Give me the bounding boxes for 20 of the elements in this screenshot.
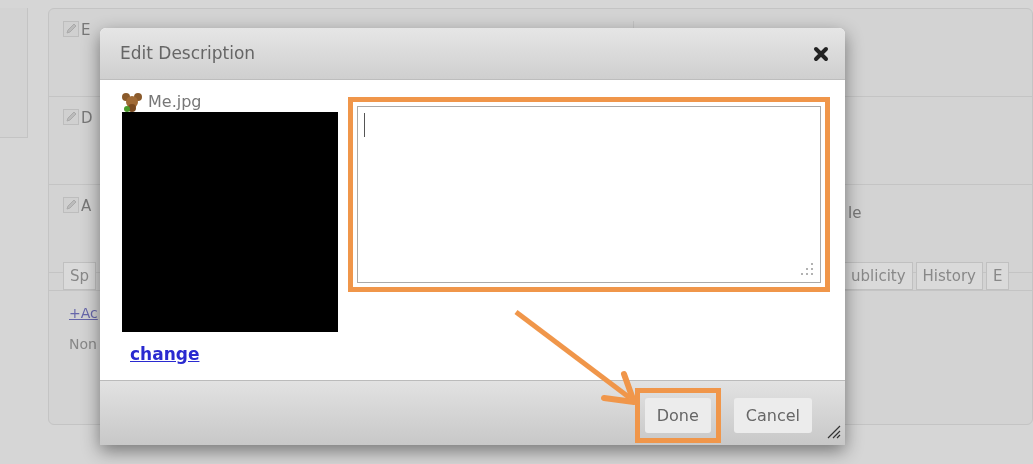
field-label: E: [81, 21, 91, 39]
change-link[interactable]: change: [130, 342, 200, 368]
koala-icon: [122, 92, 142, 112]
field-label: le: [848, 204, 862, 222]
field-label: D: [81, 109, 93, 127]
done-button[interactable]: Done: [644, 398, 711, 433]
pencil-icon: [63, 197, 79, 213]
resize-grip-icon[interactable]: [800, 262, 814, 276]
field-label: A: [81, 197, 92, 215]
cancel-button[interactable]: Cancel: [733, 398, 812, 433]
close-icon[interactable]: [813, 45, 829, 62]
pencil-icon: [63, 21, 79, 37]
pencil-icon: [63, 109, 79, 125]
file-name: Me.jpg: [148, 92, 202, 112]
dialog-title: Edit Description: [120, 41, 256, 65]
tab[interactable]: ublicity: [844, 262, 913, 290]
tab[interactable]: E: [985, 262, 1010, 290]
tab[interactable]: Sp: [63, 262, 97, 290]
resize-handle-icon[interactable]: [825, 423, 841, 439]
tab[interactable]: History: [915, 262, 983, 290]
